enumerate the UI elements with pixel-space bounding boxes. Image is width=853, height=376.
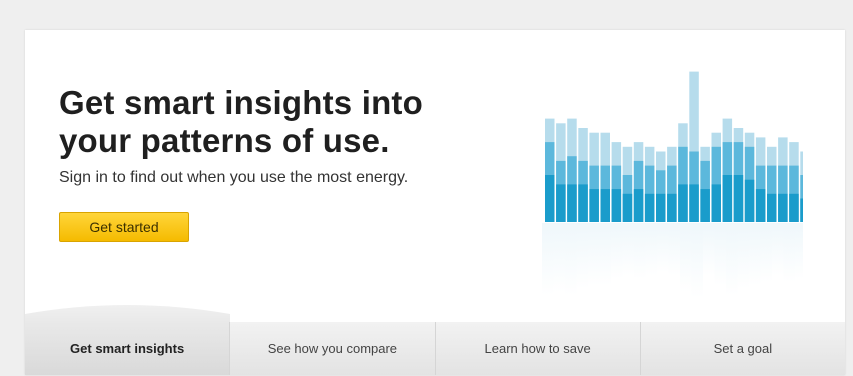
chart-bar-dark [644,193,655,222]
chart-bar-dark [733,175,744,222]
chart-bar-reflection [703,223,715,276]
hero-headline: Get smart insights into your patterns of… [59,84,423,159]
chart-bar-dark [589,189,599,222]
chart-bar-reflection [553,223,565,293]
chart-bar-reflection [760,223,772,283]
hero-subtitle: Sign in to find out when you use the mos… [59,169,409,186]
tab-set-a-goal[interactable]: Set a goal [639,322,845,375]
chart-bar-reflection [588,223,600,286]
tab-label: Get smart insights [70,341,185,356]
chart-bar-dark [722,175,733,222]
chart-bar-reflection [726,223,738,296]
get-started-button[interactable]: Get started [59,212,189,242]
chart-bar-dark [711,184,721,222]
tab-see-how-you-compare[interactable]: See how you compare [229,322,435,375]
chart-bar-dark [767,193,777,222]
chart-bar-reflection [737,223,749,289]
chart-bar-reflection [772,223,784,276]
chart-bar-reflection [542,223,554,296]
chart-bar-dark [800,198,810,222]
tab-learn-how-to-save[interactable]: Learn how to save [434,322,640,375]
chart-bar-reflection [645,223,657,276]
usage-chart [503,50,818,310]
tab-label: Set a goal [713,341,773,356]
chart-bar-dark [789,193,799,222]
chart-bar-reflection [680,223,692,293]
chart-bar-dark [755,189,766,222]
tab-label: Learn how to save [484,341,591,356]
chart-bar-dark [633,189,644,222]
chart-bar-dark [778,193,788,222]
chart-bar-reflection [657,223,669,273]
chart-bar-dark [567,184,577,222]
chart-bar-dark [600,189,610,222]
active-tab-pointer [25,305,230,322]
tab-get-smart-insights[interactable]: Get smart insights [25,322,230,375]
chart-bar-reflection [576,223,588,289]
chart-bar-dark [700,189,710,222]
chart-bar-dark [656,193,666,222]
chart-bar-reflection [795,223,807,279]
chart-bar-reflection [565,223,577,296]
chart-bar-dark [556,184,566,222]
chart-bar-dark [744,179,755,222]
chart-bar-dark [667,193,677,222]
chart-bar-reflection [622,223,634,276]
usage-chart-svg [542,71,818,298]
chart-bar-dark [578,184,588,222]
chart-bar-dark [689,184,699,222]
tab-label: See how you compare [267,341,398,356]
chart-bar-reflection [668,223,680,276]
chart-bar-reflection [714,223,726,286]
chart-bar-reflection [611,223,623,279]
chart-bar-dark [611,189,622,222]
chart-bar-reflection [599,223,611,286]
chart-bar-reflection [783,223,795,283]
feature-tabs: Get smart insights See how you compare L… [25,322,845,375]
chart-bar-reflection [691,223,703,298]
chart-bar-reflection [749,223,761,286]
chart-bar-dark [678,184,688,222]
chart-bar-dark [622,193,633,222]
chart-bar-reflection [634,223,646,279]
chart-bar-dark [545,175,555,222]
